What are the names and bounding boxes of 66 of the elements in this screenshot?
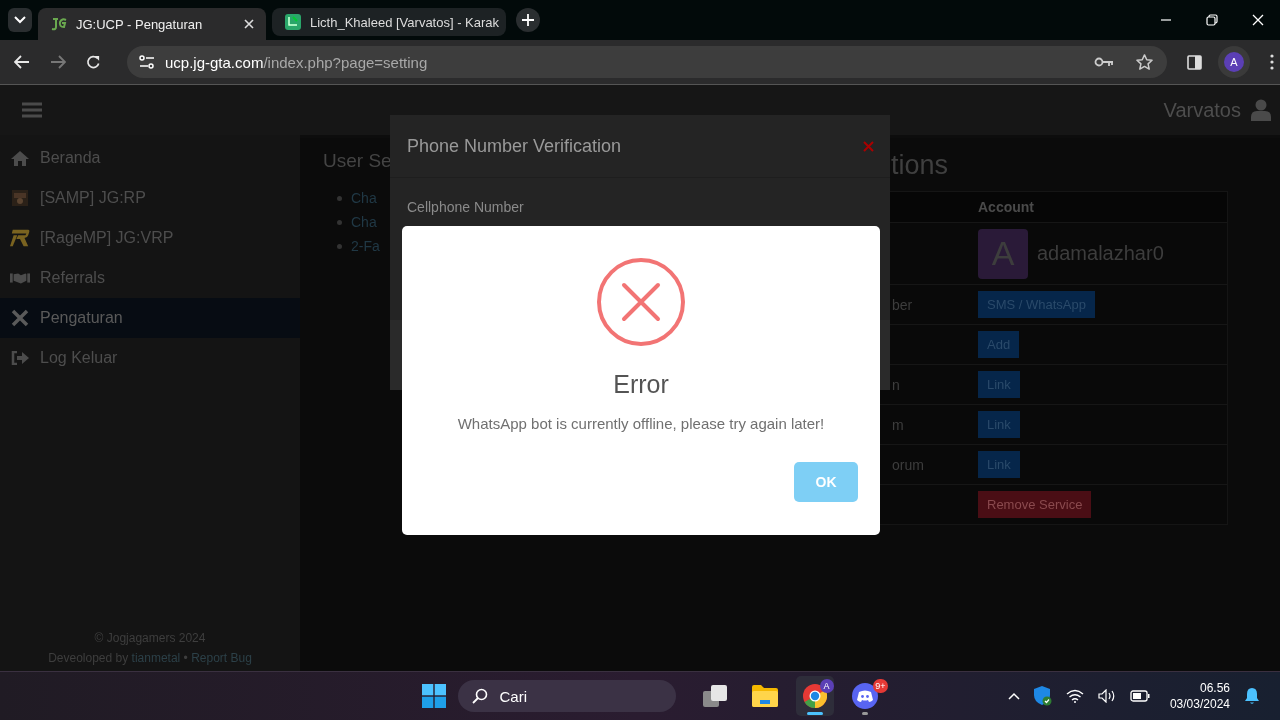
forward-icon[interactable] (50, 55, 66, 69)
taskbar-app[interactable]: A (795, 676, 834, 716)
restore-icon[interactable] (1206, 14, 1218, 26)
settings-link[interactable]: Cha (351, 190, 377, 206)
logout-icon (10, 351, 30, 365)
settings-link[interactable]: Cha (351, 214, 377, 230)
dialog-title: Error (613, 370, 669, 399)
modal-title: Phone Number Verification (407, 135, 622, 157)
app-badge: 9+ (873, 679, 888, 693)
battery-icon[interactable] (1129, 690, 1150, 702)
browser-tab[interactable]: Licth_Khaleed [Varvatos] - Karak (272, 8, 506, 36)
clock-date[interactable]: 03/03/2024 (1169, 697, 1230, 711)
folder-icon (751, 685, 778, 707)
new-tab-button[interactable] (516, 8, 540, 32)
key-icon[interactable] (1094, 56, 1114, 68)
running-indicator (806, 712, 823, 715)
volume-icon[interactable] (1097, 689, 1116, 703)
section-title: User Se (323, 150, 393, 172)
settings-link[interactable]: 2-Fa (351, 238, 380, 254)
error-icon (597, 258, 685, 346)
site-settings-icon[interactable] (139, 55, 155, 69)
plus-icon (522, 14, 534, 26)
chevron-down-icon (14, 16, 26, 24)
side-panel-icon[interactable] (1187, 54, 1202, 70)
handshake-icon (10, 271, 30, 285)
site-icon (284, 13, 302, 31)
sidebar-item[interactable]: [RageMP] JG:VRP (0, 218, 300, 258)
sidebar-item[interactable]: Pengaturan (0, 298, 300, 338)
search-field[interactable]: Cari (497, 686, 652, 706)
address-bar[interactable]: ucp.jg-gta.com/index.php?page=setting (127, 46, 1167, 78)
back-icon[interactable] (14, 55, 30, 69)
windows-start-icon[interactable] (421, 684, 446, 708)
app-badge: A (819, 679, 834, 693)
clock-time[interactable]: 06.56 (1199, 681, 1230, 695)
dialog-message: WhatsApp bot is currently offline, please try again later! (457, 415, 825, 432)
menu-icon[interactable] (1270, 54, 1274, 70)
tab-search-button[interactable] (8, 8, 32, 32)
wifi-icon[interactable] (1065, 689, 1084, 703)
sidebar-item[interactable]: [SAMP] JG:RP (0, 178, 300, 218)
bullet-icon (337, 243, 342, 249)
tools-icon (10, 309, 30, 327)
chevron-up-icon[interactable] (1007, 692, 1020, 700)
bullet-icon (337, 195, 342, 201)
sidebar-item[interactable]: Referrals (0, 258, 300, 298)
reload-icon[interactable] (86, 54, 101, 70)
home-icon (10, 150, 30, 166)
running-indicator (861, 712, 868, 715)
search-icon (471, 688, 488, 704)
site-icon (50, 17, 68, 31)
sidebar-item[interactable]: Log Keluar (0, 338, 300, 378)
bullet-icon (337, 219, 342, 225)
profile-avatar[interactable]: A (1224, 52, 1244, 72)
url-text: ucp.jg-gta.com/index.php?page=setting (165, 53, 428, 71)
remove-button[interactable]: Remove Service (978, 491, 1092, 518)
task-view-icon (702, 685, 727, 707)
browser-tab[interactable]: JG:UCP - Pengaturan (38, 8, 266, 40)
ok-button[interactable]: OK (794, 462, 858, 502)
game-logo-icon (10, 229, 30, 247)
game-icon (10, 190, 30, 206)
sidebar-item[interactable]: Beranda (0, 138, 300, 178)
shield-icon[interactable] (1033, 686, 1052, 706)
search-bar[interactable]: Cari (457, 680, 676, 712)
column-header: Account (978, 199, 1034, 215)
notification-bell-icon[interactable] (1244, 687, 1260, 705)
bookmark-star-icon[interactable] (1136, 54, 1153, 70)
field-label: Cellphone Number (407, 199, 524, 215)
